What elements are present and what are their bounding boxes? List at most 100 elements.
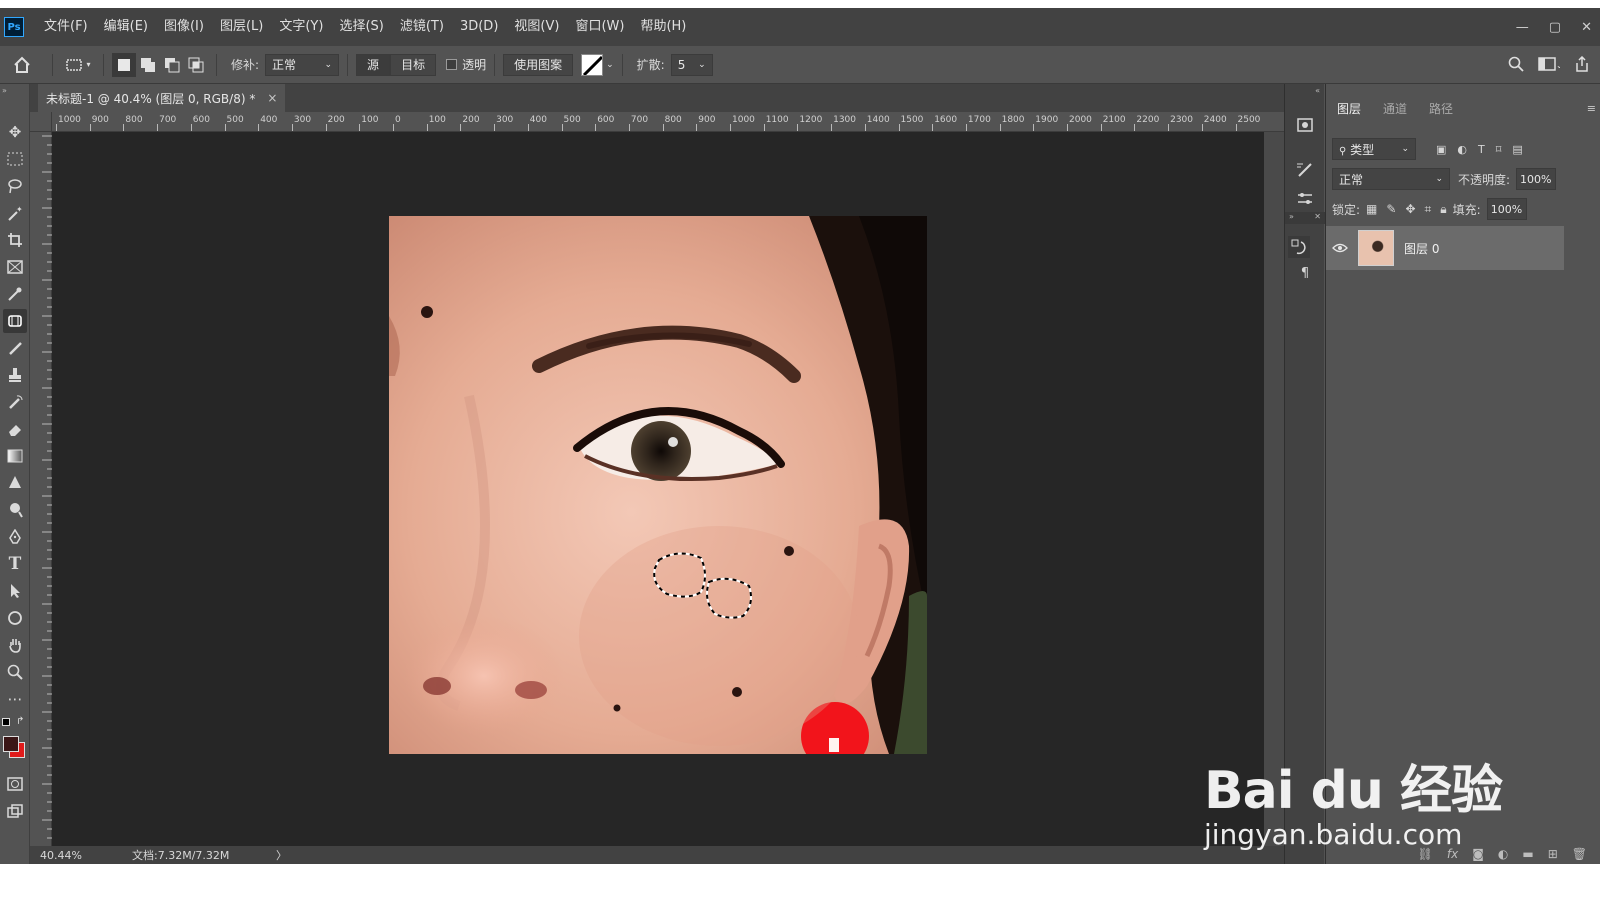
shape-filter-icon[interactable]: ⌑ [1496, 143, 1502, 156]
add-mask-icon[interactable]: ◙ [1472, 847, 1484, 861]
swap-colors-icon[interactable]: ↱ [16, 716, 24, 727]
menu-file[interactable]: 文件(F) [36, 8, 96, 46]
eyedropper-tool-icon[interactable] [3, 282, 27, 306]
canvas-area[interactable] [52, 132, 1264, 846]
clone-stamp-tool-icon[interactable] [3, 363, 27, 387]
visibility-eye-icon[interactable] [1326, 243, 1354, 253]
menu-type[interactable]: 文字(Y) [271, 8, 331, 46]
zoom-level[interactable]: 40.44% [40, 849, 100, 862]
crop-tool-icon[interactable] [3, 228, 27, 252]
use-pattern-button[interactable]: 使用图案 [503, 53, 574, 76]
tab-channels[interactable]: 通道 [1372, 96, 1418, 122]
face-photo[interactable] [389, 216, 927, 754]
adjustment-filter-icon[interactable]: ◐ [1457, 143, 1467, 156]
patch-tool-preset-icon[interactable]: ▾ [61, 58, 95, 72]
document-tab[interactable]: 未标题-1 @ 40.4% (图层 0, RGB/8) * × [38, 84, 286, 112]
pixel-filter-icon[interactable]: ▣ [1436, 143, 1446, 156]
menu-3d[interactable]: 3D(D) [452, 8, 506, 46]
lasso-tool-icon[interactable] [3, 174, 27, 198]
dock-collapse-icon[interactable]: « [1315, 86, 1320, 95]
type-filter-icon[interactable]: T [1478, 143, 1485, 156]
lock-image-icon[interactable]: ✎ [1386, 202, 1396, 217]
layer-style-icon[interactable]: fx [1447, 847, 1458, 861]
smart-object-filter-icon[interactable]: ▤ [1512, 143, 1522, 156]
source-button[interactable]: 源 [356, 53, 391, 76]
link-layers-icon[interactable]: ⛓︎ [1418, 847, 1433, 861]
paragraph-panel-icon[interactable]: ¶ [1294, 262, 1316, 284]
ellipse-tool-icon[interactable] [3, 606, 27, 630]
menu-select[interactable]: 选择(S) [331, 8, 391, 46]
frame-tool-icon[interactable] [3, 255, 27, 279]
blur-tool-icon[interactable] [3, 471, 27, 495]
screen-mode-icon[interactable] [3, 799, 27, 823]
more-tools-icon[interactable]: ⋯ [3, 687, 27, 711]
lock-position-icon[interactable]: ✥ [1405, 202, 1415, 217]
quick-mask-icon[interactable] [3, 772, 27, 796]
lock-transparent-icon[interactable]: ▦ [1366, 202, 1377, 217]
new-adjustment-icon[interactable]: ◐ [1498, 847, 1508, 861]
menu-view[interactable]: 视图(V) [506, 8, 567, 46]
blend-mode-dropdown[interactable]: 正常 ⌄ [1332, 168, 1450, 190]
share-icon[interactable] [1574, 55, 1590, 75]
fill-input[interactable]: 100% [1486, 198, 1527, 220]
tab-layers[interactable]: 图层 [1326, 96, 1372, 122]
eraser-tool-icon[interactable] [3, 417, 27, 441]
close-icon[interactable]: ✕ [1314, 212, 1321, 224]
vertical-scrollbar[interactable] [1264, 132, 1284, 846]
marquee-tool-icon[interactable] [3, 147, 27, 171]
intersect-selection-icon[interactable] [184, 53, 208, 77]
lock-artboard-icon[interactable]: ⌗ [1425, 202, 1432, 217]
diffusion-dropdown[interactable]: 5 ⌄ [670, 53, 713, 76]
magic-wand-tool-icon[interactable]: ✦ [3, 201, 27, 225]
patch-mode-dropdown[interactable]: 正常 ⌄ [265, 53, 340, 76]
maximize-icon[interactable]: ▢ [1549, 20, 1561, 35]
dodge-tool-icon[interactable] [3, 498, 27, 522]
minimize-icon[interactable]: — [1516, 20, 1529, 35]
menu-help[interactable]: 帮助(H) [632, 8, 694, 46]
delete-layer-icon[interactable]: 🗑︎ [1572, 847, 1587, 861]
transparent-toggle[interactable]: 透明 [446, 56, 486, 73]
history-brush-tool-icon[interactable] [3, 390, 27, 414]
panel-menu-icon[interactable]: ≡ [1587, 102, 1596, 115]
hand-tool-icon[interactable] [3, 633, 27, 657]
brush-settings-icon[interactable] [1294, 158, 1316, 180]
brush-tool-icon[interactable] [3, 336, 27, 360]
opacity-input[interactable]: 100% [1516, 168, 1557, 190]
pen-tool-icon[interactable] [3, 525, 27, 549]
layer-row[interactable]: 图层 0 [1326, 226, 1564, 270]
menu-window[interactable]: 窗口(W) [567, 8, 632, 46]
default-colors-icon[interactable] [2, 718, 10, 726]
pattern-picker[interactable]: ⌄ [581, 53, 614, 76]
search-icon[interactable] [1508, 56, 1524, 75]
new-selection-icon[interactable] [112, 52, 136, 77]
adjustments-icon[interactable] [1294, 188, 1316, 210]
status-menu-arrow-icon[interactable]: 〉 [276, 847, 287, 863]
history-panel-icon[interactable] [1288, 236, 1310, 258]
workspace-icon[interactable]: ⌄ [1538, 56, 1563, 75]
new-group-icon[interactable]: ▬ [1522, 847, 1533, 861]
gradient-tool-icon[interactable] [3, 444, 27, 468]
menu-filter[interactable]: 滤镜(T) [392, 8, 452, 46]
layer-name[interactable]: 图层 0 [1404, 240, 1439, 257]
tab-paths[interactable]: 路径 [1418, 96, 1464, 122]
patch-tool-icon[interactable] [3, 309, 27, 333]
type-tool-icon[interactable]: T [3, 552, 27, 576]
menu-edit[interactable]: 编辑(E) [96, 8, 156, 46]
layer-filter-dropdown[interactable]: ⚲ 类型 ⌄ [1332, 138, 1416, 160]
foreground-color-swatch[interactable] [3, 736, 19, 752]
properties-panel-icon[interactable] [1294, 114, 1316, 136]
zoom-tool-icon[interactable] [3, 660, 27, 684]
close-tab-icon[interactable]: × [267, 91, 277, 105]
destination-button[interactable]: 目标 [390, 53, 437, 76]
transparent-checkbox[interactable] [446, 59, 458, 70]
menu-image[interactable]: 图像(I) [156, 8, 212, 46]
lock-all-icon[interactable]: 🔒︎ [1440, 202, 1446, 217]
toolbox-collapse-icon[interactable]: » [2, 86, 7, 95]
close-window-icon[interactable]: ✕ [1581, 20, 1592, 35]
add-to-selection-icon[interactable] [136, 53, 160, 77]
path-selection-tool-icon[interactable] [3, 579, 27, 603]
move-tool-icon[interactable]: ✥ [3, 120, 27, 144]
new-layer-icon[interactable]: ⊞ [1548, 847, 1558, 861]
subtract-from-selection-icon[interactable] [160, 53, 184, 77]
menu-layer[interactable]: 图层(L) [212, 8, 271, 46]
